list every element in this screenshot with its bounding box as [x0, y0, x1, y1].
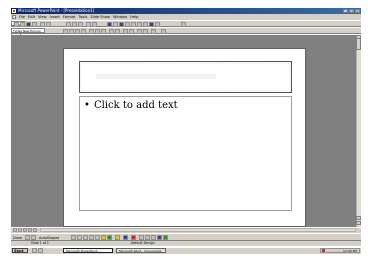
- 3d-style-icon[interactable]: [163, 235, 168, 240]
- decrease-font-icon[interactable]: [129, 29, 134, 34]
- dash-style-icon[interactable]: [145, 235, 150, 240]
- fill-color-icon[interactable]: [115, 235, 120, 240]
- bullets-icon[interactable]: [115, 29, 120, 34]
- title-placeholder-text: [96, 74, 216, 79]
- italic-icon[interactable]: [69, 29, 74, 34]
- previous-slide-button[interactable]: [356, 216, 361, 220]
- text-box-icon[interactable]: [95, 235, 100, 240]
- minimize-button[interactable]: _: [343, 9, 348, 13]
- outline-view-icon[interactable]: [18, 228, 22, 232]
- slide-show-icon[interactable]: [33, 228, 37, 232]
- status-bar: Slide 1 of 1 Default Design: [11, 241, 361, 246]
- underline-icon[interactable]: [75, 29, 80, 34]
- free-rotate-icon[interactable]: [31, 235, 36, 240]
- shadow-icon[interactable]: [81, 29, 86, 34]
- close-button[interactable]: ×: [355, 9, 360, 13]
- align-center-icon[interactable]: [95, 29, 100, 34]
- shadow-style-icon[interactable]: [157, 235, 162, 240]
- line-icon[interactable]: [71, 235, 76, 240]
- line-color-icon[interactable]: [123, 235, 128, 240]
- promote-icon[interactable]: [137, 29, 142, 34]
- bold-icon[interactable]: [63, 29, 68, 34]
- increase-font-icon[interactable]: [123, 29, 128, 34]
- demote-icon[interactable]: [143, 29, 148, 34]
- vertical-scroll-thumb[interactable]: [356, 38, 361, 50]
- align-right-icon[interactable]: [101, 29, 106, 34]
- body-placeholder-text[interactable]: Click to add text: [94, 100, 178, 112]
- slide-sorter-icon[interactable]: [28, 228, 32, 232]
- scroll-up-button[interactable]: [356, 35, 361, 39]
- window-controls: _ □ ×: [343, 9, 360, 13]
- standard-toolbar: 75%: [11, 20, 361, 27]
- arrow-icon[interactable]: [77, 235, 82, 240]
- taskbar-word[interactable]: Microsoft Word - Document1: [116, 248, 166, 253]
- rectangle-icon[interactable]: [83, 235, 88, 240]
- window-title: Microsoft PowerPoint - [Presentation1]: [18, 8, 95, 13]
- quicklaunch-ie-icon[interactable]: [32, 248, 37, 253]
- powerpoint-app-icon[interactable]: [12, 9, 16, 13]
- maximize-button[interactable]: □: [349, 9, 354, 13]
- vertical-scrollbar[interactable]: [356, 35, 361, 227]
- select-objects-icon[interactable]: [25, 235, 30, 240]
- body-placeholder[interactable]: [79, 96, 292, 211]
- font-color-icon[interactable]: [131, 235, 136, 240]
- numbering-icon[interactable]: [109, 29, 114, 34]
- quicklaunch-desktop-icon[interactable]: [38, 248, 43, 253]
- oval-icon[interactable]: [89, 235, 94, 240]
- template-name: Default Design: [131, 241, 155, 245]
- arrow-style-icon[interactable]: [151, 235, 156, 240]
- animation-effects-icon[interactable]: [151, 29, 156, 34]
- normal-view-icon[interactable]: [13, 228, 17, 232]
- tray-volume-icon[interactable]: [322, 249, 325, 252]
- start-button[interactable]: Start: [12, 248, 28, 253]
- clock[interactable]: 12:00 PM: [343, 249, 357, 252]
- slide-view-icon[interactable]: [23, 228, 27, 232]
- align-left-icon[interactable]: [89, 29, 94, 34]
- formatting-toolbar: Times New Roman 24: [11, 27, 361, 38]
- drawing-toolbar: Draw AutoShapes: [11, 233, 361, 241]
- slide-indicator: Slide 1 of 1: [31, 241, 49, 245]
- system-tray: 12:00 PM: [320, 248, 360, 253]
- bullet-glyph: •: [84, 100, 90, 111]
- clip-art-icon[interactable]: [107, 235, 112, 240]
- wordart-icon[interactable]: [101, 235, 106, 240]
- horizontal-scrollbar[interactable]: [40, 228, 356, 232]
- next-slide-button[interactable]: [356, 221, 361, 225]
- taskbar-powerpoint[interactable]: Microsoft PowerPoint...: [63, 248, 113, 253]
- document-icon[interactable]: [12, 15, 16, 19]
- common-tasks-icon[interactable]: [161, 29, 166, 34]
- line-style-icon[interactable]: [139, 235, 144, 240]
